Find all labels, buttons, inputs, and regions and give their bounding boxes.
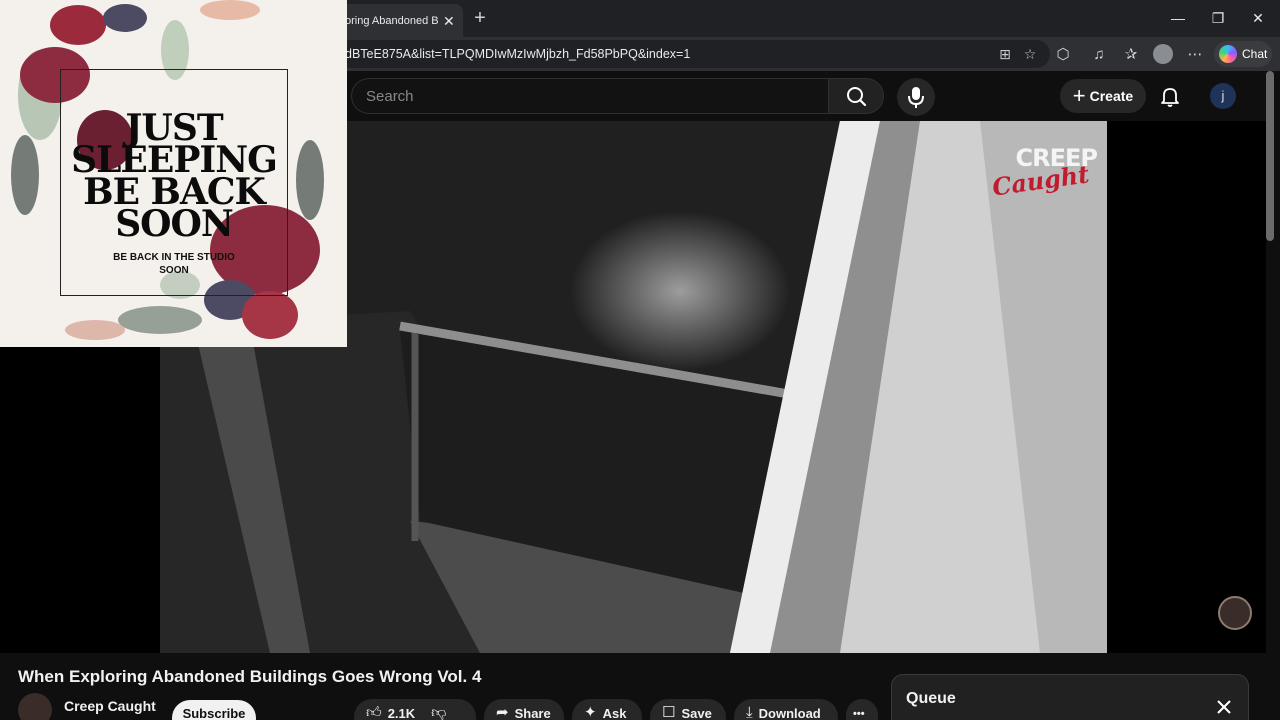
save-button[interactable]: ☐ Save [650,699,726,720]
close-window-button[interactable]: ✕ [1246,6,1270,30]
tab-close-icon[interactable]: ✕ [443,14,455,28]
search-button[interactable] [828,78,884,114]
browser-tab[interactable]: oring Abandoned B ✕ [335,4,463,37]
overlay-subtitle: BE BACK IN THE STUDIO SOON [100,251,248,277]
app-available-icon[interactable]: ⊞ [996,45,1014,63]
close-icon [1217,700,1231,714]
voice-search-button[interactable] [897,78,935,116]
download-icon: ⤓ [746,704,753,720]
video-title: When Exploring Abandoned Buildings Goes … [18,667,482,686]
queue-panel: Queue [891,674,1249,720]
more-actions-button[interactable]: ••• [846,699,878,720]
address-bar[interactable]: dBTeE875A&list=TLPQMDIwMzIwMjbzh_Fd58PbP… [335,40,1050,68]
subscribe-button[interactable]: Subscribe [172,700,256,720]
more-dots-icon: ••• [853,708,865,720]
download-button[interactable]: ⤓ Download [734,699,838,720]
ask-button[interactable]: ✦ Ask [572,699,642,720]
more-menu-icon[interactable]: ⋯ [1185,45,1205,65]
extensions-icon[interactable]: ⬡ [1053,45,1073,65]
share-icon: ➦ [496,704,509,720]
maximize-button[interactable]: ❐ [1206,6,1230,30]
download-label: Download [758,706,821,720]
favorite-star-icon[interactable]: ☆ [1021,45,1039,63]
sleeping-overlay-card: JUST SLEEPING BE BACK SOON BE BACK IN TH… [0,0,347,347]
media-control-icon[interactable]: ♫ [1089,45,1109,65]
overlay-subtitle-line: SOON [159,265,189,276]
search-input[interactable]: Search [351,78,829,114]
bookmark-icon: ☐ [662,704,676,720]
like-dislike-group: 👍︎ 2.1K 👎︎ [354,699,476,720]
minimize-button[interactable]: — [1166,6,1190,30]
queue-title: Queue [906,690,956,707]
browser-profile-avatar[interactable] [1153,44,1173,64]
chat-label: Chat [1242,47,1268,61]
create-label: Create [1089,88,1134,104]
scrollbar-thumb[interactable] [1266,71,1274,241]
tab-title: oring Abandoned B [345,14,439,27]
share-button[interactable]: ➦ Share [484,699,564,720]
page-scrollbar[interactable] [1266,71,1274,720]
overlay-title: JUST SLEEPING BE BACK SOON [60,110,288,242]
search-placeholder: Search [366,88,414,105]
channel-watermark: CREEP Caught [990,146,1098,202]
notifications-button[interactable] [1158,84,1182,108]
channel-avatar[interactable] [18,693,52,720]
channel-name[interactable]: Creep Caught [64,698,156,714]
new-tab-button[interactable]: + [470,6,490,30]
like-count[interactable]: 2.1K [388,704,415,720]
microphone-icon [908,87,924,108]
bell-icon [1161,88,1179,107]
app-root: oring Abandoned B ✕ + — ❐ ✕ dBTeE875A&li… [0,0,1280,720]
thumbs-down-icon[interactable]: 👎︎ [431,704,446,720]
thumbs-up-icon[interactable]: 👍︎ [366,704,382,720]
queue-close-button[interactable] [1214,697,1234,717]
plus-icon: + [1072,83,1086,108]
address-url: dBTeE875A&list=TLPQMDIwMzIwMjbzh_Fd58PbP… [345,47,691,61]
channel-mascot-icon [1218,596,1252,630]
create-button[interactable]: + Create [1060,79,1146,113]
share-label: Share [514,706,551,720]
ask-label: Ask [602,706,627,720]
favorites-icon[interactable]: ✰ [1121,45,1141,65]
copilot-chat-button[interactable]: Chat [1214,41,1272,67]
sparkle-icon: ✦ [584,704,597,720]
search-icon [847,87,867,107]
account-avatar[interactable]: j [1210,83,1236,109]
overlay-subtitle-line: BE BACK IN THE STUDIO [113,252,235,263]
save-label: Save [681,706,712,720]
copilot-icon [1219,45,1237,63]
